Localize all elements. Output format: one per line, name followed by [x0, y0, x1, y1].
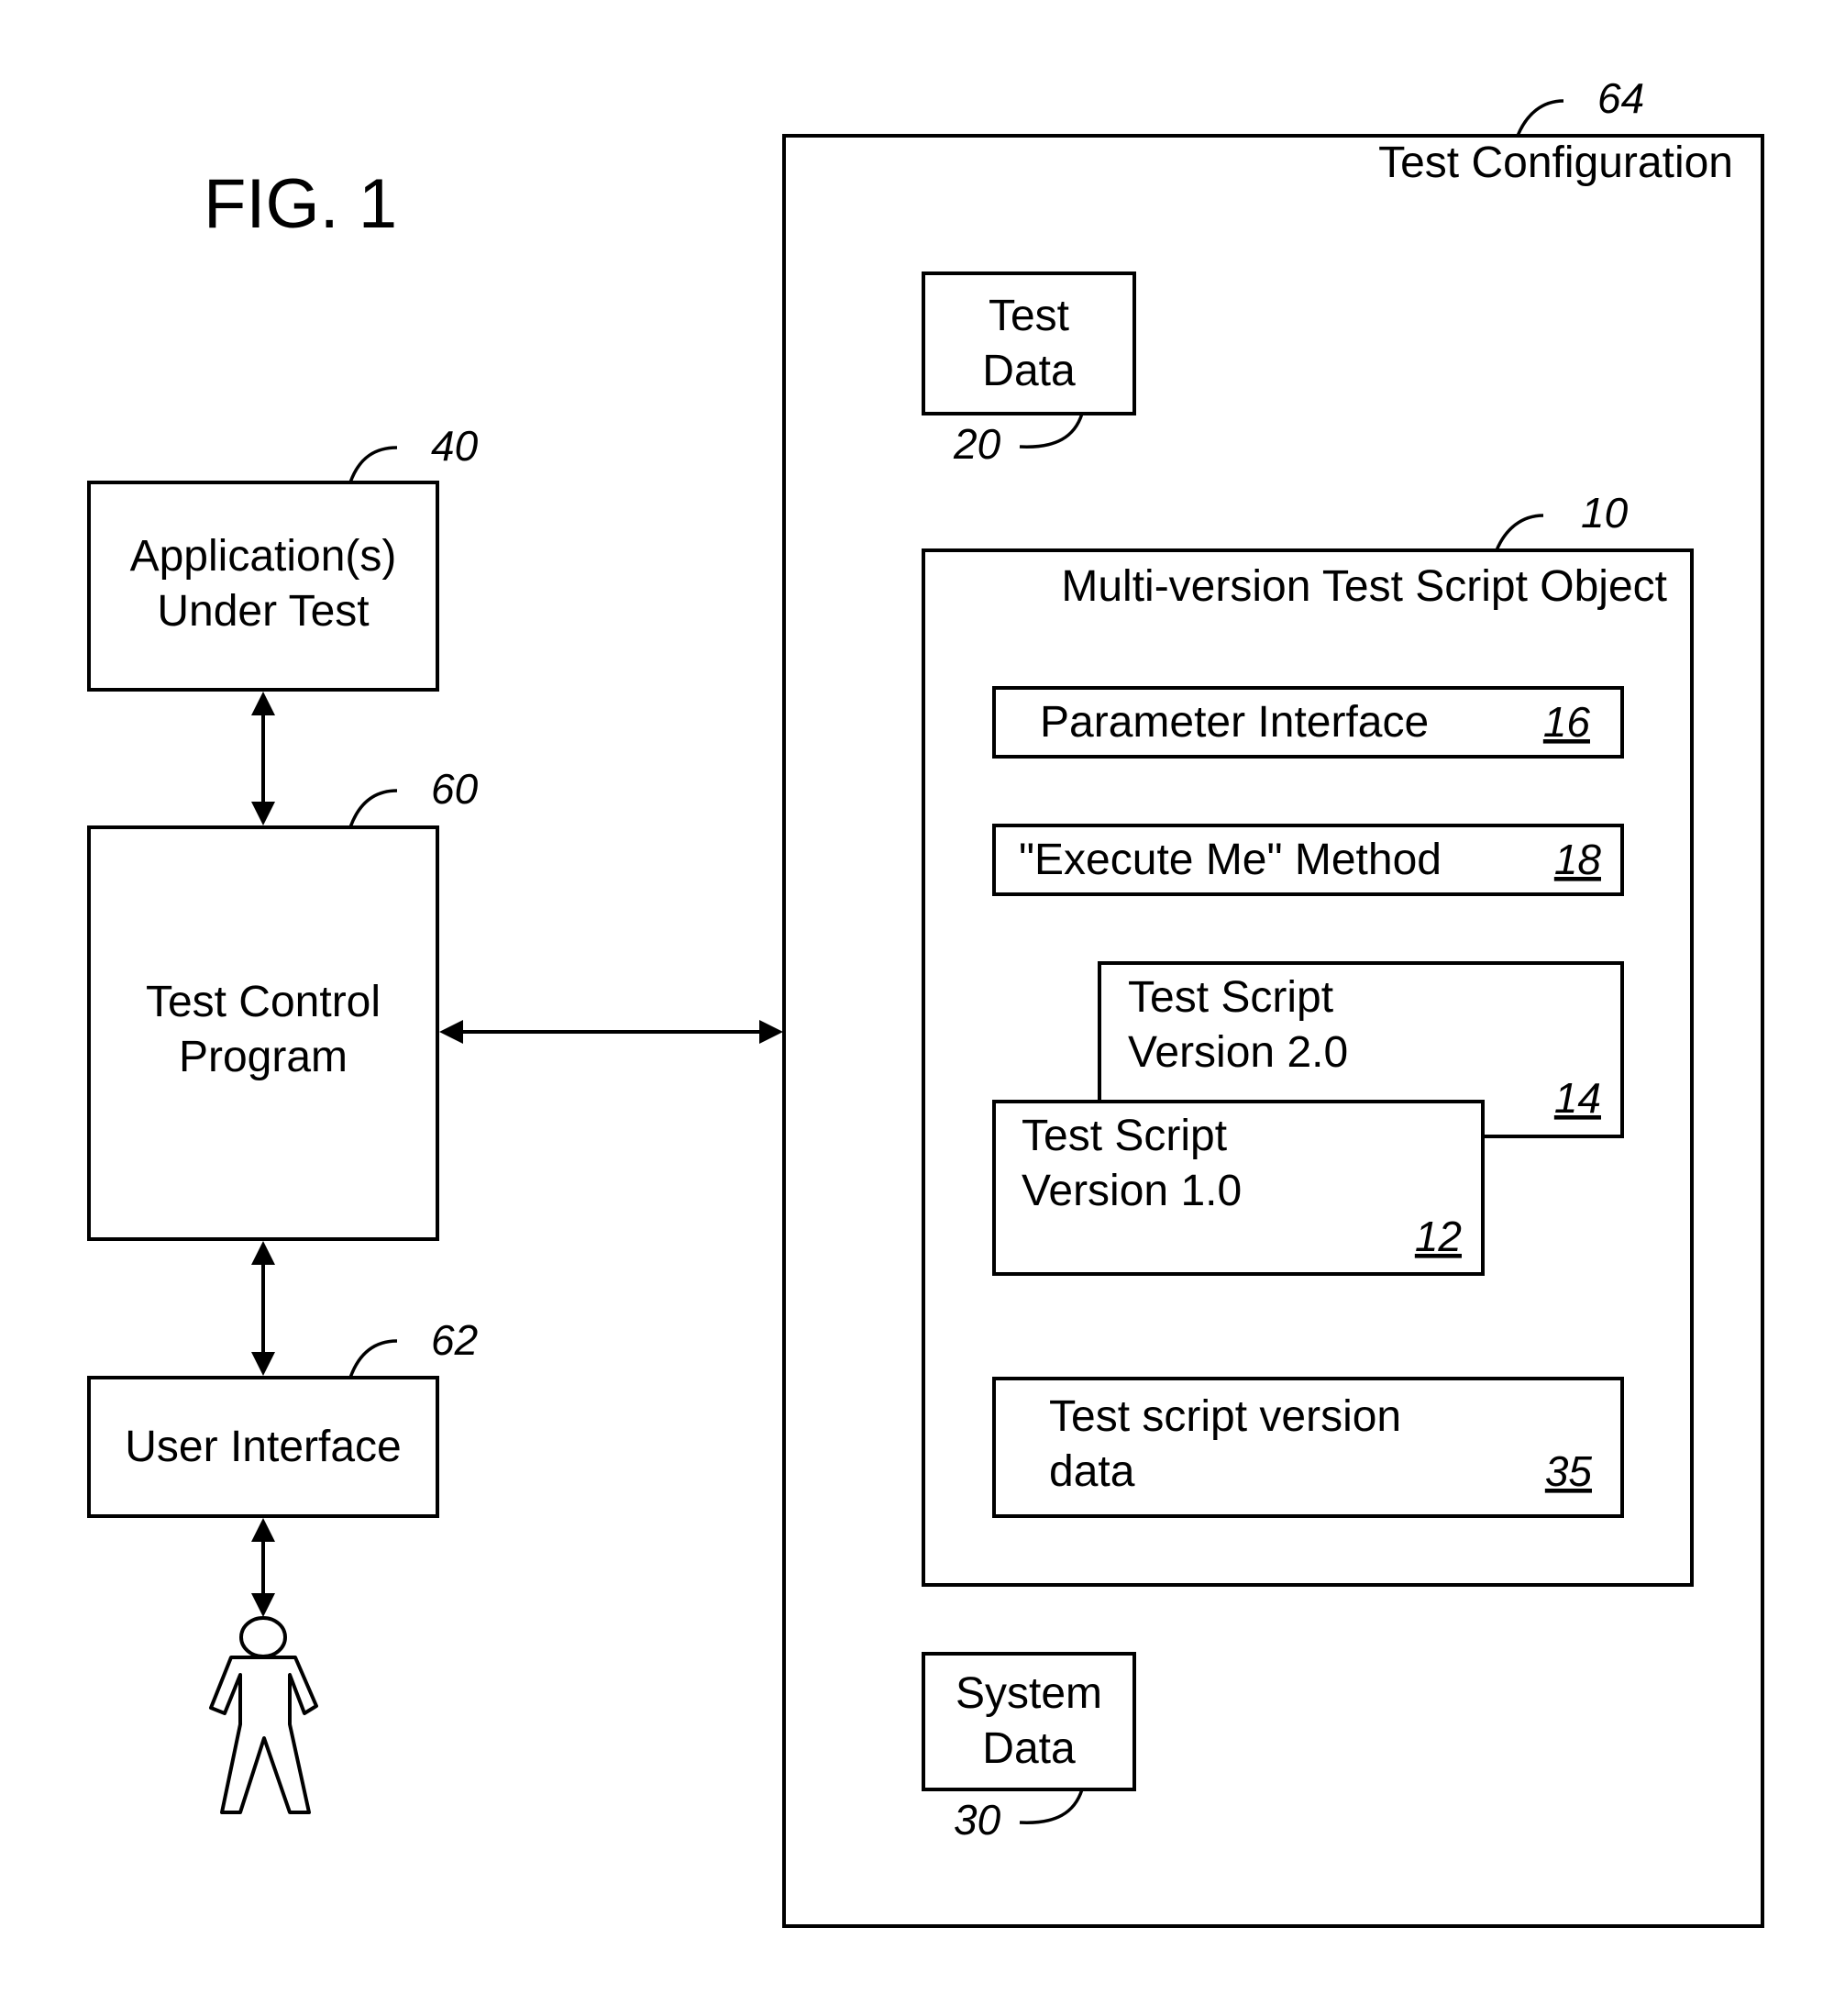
test-script-v1-line2: Version 1.0: [1022, 1167, 1242, 1215]
system-data-label-line1: System: [956, 1669, 1102, 1718]
test-configuration-title: Test Configuration: [1378, 138, 1733, 187]
arrow-ui-user: [251, 1518, 275, 1617]
test-script-v2-line1: Test Script: [1128, 973, 1333, 1022]
ref-20: 20: [953, 420, 1001, 468]
ref-12: 12: [1415, 1213, 1462, 1260]
ref-40: 40: [431, 422, 479, 470]
test-script-v2-line2: Version 2.0: [1128, 1028, 1348, 1077]
ref-62: 62: [431, 1316, 478, 1364]
ref-leader-64: [1516, 99, 1564, 137]
application-label-line2: Under Test: [157, 587, 369, 636]
execute-me-method-box: "Execute Me" Method 18: [992, 824, 1624, 896]
parameter-interface-box: Parameter Interface 16: [992, 686, 1624, 759]
arrowhead-left: [439, 1020, 463, 1044]
version-data-line2: data: [1049, 1447, 1135, 1496]
test-control-label-line2: Program: [179, 1033, 348, 1081]
parameter-interface-label: Parameter Interface: [1040, 698, 1429, 747]
ref-18: 18: [1554, 836, 1602, 883]
test-script-v1-box: Test Script Version 1.0 12: [992, 1100, 1485, 1276]
ref-35: 35: [1545, 1447, 1593, 1495]
application-under-test-box: Application(s) Under Test: [87, 481, 439, 692]
test-script-version-data-box: Test script version data 35: [992, 1377, 1624, 1518]
test-script-v1-line1: Test Script: [1022, 1112, 1227, 1160]
test-data-label-line2: Data: [982, 347, 1076, 395]
application-label-line1: Application(s): [130, 532, 397, 581]
arrowhead-down: [251, 802, 275, 825]
user-interface-label: User Interface: [125, 1423, 401, 1471]
test-data-label-line1: Test: [989, 292, 1069, 340]
test-data-box: Test Data: [922, 271, 1136, 415]
ref-64: 64: [1597, 74, 1644, 122]
arrowhead-down: [251, 1352, 275, 1376]
arrowhead-right: [759, 1020, 783, 1044]
arrowhead-up: [251, 1518, 275, 1542]
ref-30: 30: [954, 1796, 1001, 1844]
arrow-tcp-config: [439, 1020, 783, 1044]
ref-60: 60: [431, 765, 479, 813]
version-data-line1: Test script version: [1049, 1392, 1401, 1441]
ref-16: 16: [1543, 698, 1591, 746]
person-icon: [209, 1616, 318, 1814]
arrow-app-tcp: [251, 692, 275, 825]
execute-me-method-label: "Execute Me" Method: [1019, 836, 1442, 884]
test-control-program-box: Test Control Program: [87, 825, 439, 1241]
ref-leader-62: [348, 1339, 398, 1379]
patent-diagram: FIG. 1 Application(s) Under Test 40 Test…: [87, 74, 1764, 1928]
arrowhead-down: [251, 1593, 275, 1617]
script-object-title: Multi-version Test Script Object: [1061, 562, 1667, 611]
user-interface-box: User Interface: [87, 1376, 439, 1518]
test-control-label-line1: Test Control: [146, 978, 381, 1026]
ref-14: 14: [1554, 1074, 1601, 1122]
ref-leader-60: [348, 789, 398, 828]
figure-title: FIG. 1: [204, 165, 397, 243]
system-data-box: System Data: [922, 1652, 1136, 1791]
arrowhead-up: [251, 1241, 275, 1265]
ref-leader-40: [348, 446, 398, 483]
system-data-label-line2: Data: [982, 1724, 1076, 1773]
arrow-tcp-ui: [251, 1241, 275, 1376]
ref-10: 10: [1581, 489, 1629, 537]
arrowhead-up: [251, 692, 275, 715]
